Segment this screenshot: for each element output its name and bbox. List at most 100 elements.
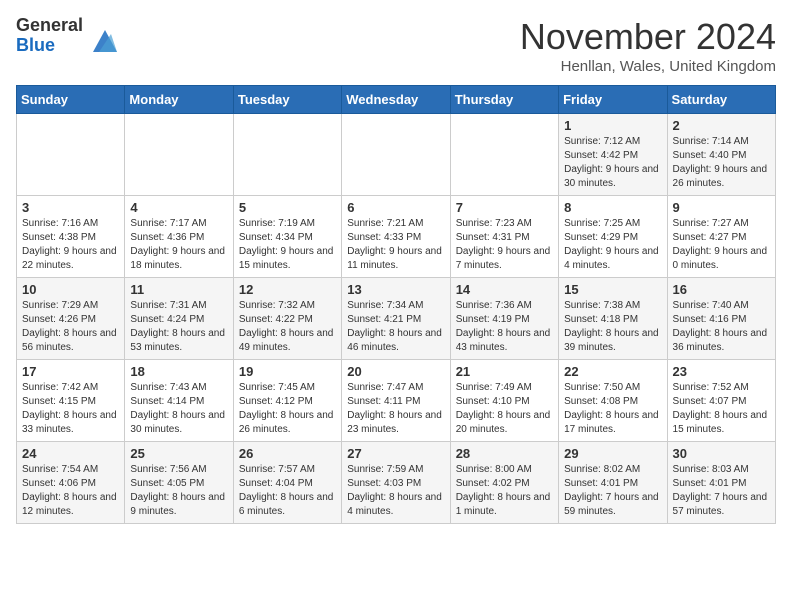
day-number: 10 xyxy=(22,282,119,297)
calendar-cell: 9 Sunrise: 7:27 AM Sunset: 4:27 PM Daylig… xyxy=(667,196,775,278)
day-info: Sunrise: 7:19 AM Sunset: 4:34 PM Dayligh… xyxy=(239,217,336,273)
title-area: November 2024 Henllan, Wales, United Kin… xyxy=(520,16,776,75)
logo-general-text: General xyxy=(16,16,83,36)
calendar-cell: 28 Sunrise: 8:00 AM Sunset: 4:02 PM Dayli… xyxy=(450,442,558,524)
calendar-cell: 6 Sunrise: 7:21 AM Sunset: 4:33 PM Daylig… xyxy=(342,196,450,278)
calendar-cell xyxy=(342,114,450,196)
calendar-week-2: 3 Sunrise: 7:16 AM Sunset: 4:38 PM Daylig… xyxy=(17,196,776,278)
day-info: Sunrise: 8:03 AM Sunset: 4:01 PM Dayligh… xyxy=(673,463,770,519)
calendar-cell xyxy=(233,114,341,196)
column-header-sunday: Sunday xyxy=(17,86,125,114)
calendar-week-4: 17 Sunrise: 7:42 AM Sunset: 4:15 PM Dayli… xyxy=(17,360,776,442)
calendar-cell: 1 Sunrise: 7:12 AM Sunset: 4:42 PM Daylig… xyxy=(559,114,667,196)
calendar-cell xyxy=(125,114,233,196)
calendar-table: SundayMondayTuesdayWednesdayThursdayFrid… xyxy=(16,85,776,524)
day-number: 6 xyxy=(347,200,444,215)
calendar-week-5: 24 Sunrise: 7:54 AM Sunset: 4:06 PM Dayli… xyxy=(17,442,776,524)
day-number: 17 xyxy=(22,364,119,379)
logo-blue-text: Blue xyxy=(16,36,83,56)
calendar-cell: 25 Sunrise: 7:56 AM Sunset: 4:05 PM Dayli… xyxy=(125,442,233,524)
day-number: 25 xyxy=(130,446,227,461)
day-number: 13 xyxy=(347,282,444,297)
day-number: 12 xyxy=(239,282,336,297)
day-number: 27 xyxy=(347,446,444,461)
calendar-cell: 8 Sunrise: 7:25 AM Sunset: 4:29 PM Daylig… xyxy=(559,196,667,278)
day-info: Sunrise: 7:21 AM Sunset: 4:33 PM Dayligh… xyxy=(347,217,444,273)
day-number: 4 xyxy=(130,200,227,215)
calendar-week-1: 1 Sunrise: 7:12 AM Sunset: 4:42 PM Daylig… xyxy=(17,114,776,196)
day-number: 11 xyxy=(130,282,227,297)
logo: General Blue xyxy=(16,16,121,56)
calendar-cell: 10 Sunrise: 7:29 AM Sunset: 4:26 PM Dayli… xyxy=(17,278,125,360)
day-info: Sunrise: 7:25 AM Sunset: 4:29 PM Dayligh… xyxy=(564,217,661,273)
calendar-cell: 19 Sunrise: 7:45 AM Sunset: 4:12 PM Dayli… xyxy=(233,360,341,442)
column-header-monday: Monday xyxy=(125,86,233,114)
day-info: Sunrise: 7:12 AM Sunset: 4:42 PM Dayligh… xyxy=(564,135,661,191)
day-number: 28 xyxy=(456,446,553,461)
day-info: Sunrise: 7:52 AM Sunset: 4:07 PM Dayligh… xyxy=(673,381,770,437)
calendar-cell: 3 Sunrise: 7:16 AM Sunset: 4:38 PM Daylig… xyxy=(17,196,125,278)
day-number: 26 xyxy=(239,446,336,461)
month-title: November 2024 xyxy=(520,16,776,58)
day-number: 1 xyxy=(564,118,661,133)
day-number: 14 xyxy=(456,282,553,297)
day-number: 24 xyxy=(22,446,119,461)
day-info: Sunrise: 7:59 AM Sunset: 4:03 PM Dayligh… xyxy=(347,463,444,519)
day-number: 2 xyxy=(673,118,770,133)
column-header-tuesday: Tuesday xyxy=(233,86,341,114)
column-header-friday: Friday xyxy=(559,86,667,114)
day-number: 3 xyxy=(22,200,119,215)
calendar-cell: 17 Sunrise: 7:42 AM Sunset: 4:15 PM Dayli… xyxy=(17,360,125,442)
calendar-cell: 13 Sunrise: 7:34 AM Sunset: 4:21 PM Dayli… xyxy=(342,278,450,360)
day-info: Sunrise: 7:50 AM Sunset: 4:08 PM Dayligh… xyxy=(564,381,661,437)
calendar-week-3: 10 Sunrise: 7:29 AM Sunset: 4:26 PM Dayli… xyxy=(17,278,776,360)
day-info: Sunrise: 7:43 AM Sunset: 4:14 PM Dayligh… xyxy=(130,381,227,437)
calendar-cell xyxy=(450,114,558,196)
calendar-cell: 29 Sunrise: 8:02 AM Sunset: 4:01 PM Dayli… xyxy=(559,442,667,524)
day-number: 7 xyxy=(456,200,553,215)
calendar-cell: 5 Sunrise: 7:19 AM Sunset: 4:34 PM Daylig… xyxy=(233,196,341,278)
day-number: 23 xyxy=(673,364,770,379)
day-info: Sunrise: 8:00 AM Sunset: 4:02 PM Dayligh… xyxy=(456,463,553,519)
day-info: Sunrise: 7:49 AM Sunset: 4:10 PM Dayligh… xyxy=(456,381,553,437)
column-header-wednesday: Wednesday xyxy=(342,86,450,114)
page-header: General Blue November 2024 Henllan, Wale… xyxy=(16,16,776,75)
calendar-cell: 2Sunrise: 7:14 AM Sunset: 4:40 PM Daylig… xyxy=(667,114,775,196)
day-info: Sunrise: 7:27 AM Sunset: 4:27 PM Dayligh… xyxy=(673,217,770,273)
day-info: Sunrise: 7:23 AM Sunset: 4:31 PM Dayligh… xyxy=(456,217,553,273)
calendar-header-row: SundayMondayTuesdayWednesdayThursdayFrid… xyxy=(17,86,776,114)
calendar-cell: 30Sunrise: 8:03 AM Sunset: 4:01 PM Dayli… xyxy=(667,442,775,524)
day-info: Sunrise: 8:02 AM Sunset: 4:01 PM Dayligh… xyxy=(564,463,661,519)
day-info: Sunrise: 7:54 AM Sunset: 4:06 PM Dayligh… xyxy=(22,463,119,519)
day-info: Sunrise: 7:42 AM Sunset: 4:15 PM Dayligh… xyxy=(22,381,119,437)
day-info: Sunrise: 7:34 AM Sunset: 4:21 PM Dayligh… xyxy=(347,299,444,355)
day-number: 8 xyxy=(564,200,661,215)
calendar-cell: 11 Sunrise: 7:31 AM Sunset: 4:24 PM Dayli… xyxy=(125,278,233,360)
day-number: 5 xyxy=(239,200,336,215)
day-info: Sunrise: 7:47 AM Sunset: 4:11 PM Dayligh… xyxy=(347,381,444,437)
day-info: Sunrise: 7:29 AM Sunset: 4:26 PM Dayligh… xyxy=(22,299,119,355)
calendar-cell: 26 Sunrise: 7:57 AM Sunset: 4:04 PM Dayli… xyxy=(233,442,341,524)
calendar-cell: 21Sunrise: 7:49 AM Sunset: 4:10 PM Dayli… xyxy=(450,360,558,442)
calendar-cell: 27 Sunrise: 7:59 AM Sunset: 4:03 PM Dayli… xyxy=(342,442,450,524)
column-header-saturday: Saturday xyxy=(667,86,775,114)
day-info: Sunrise: 7:31 AM Sunset: 4:24 PM Dayligh… xyxy=(130,299,227,355)
location-text: Henllan, Wales, United Kingdom xyxy=(520,58,776,75)
day-number: 29 xyxy=(564,446,661,461)
day-info: Sunrise: 7:57 AM Sunset: 4:04 PM Dayligh… xyxy=(239,463,336,519)
calendar-cell: 16Sunrise: 7:40 AM Sunset: 4:16 PM Dayli… xyxy=(667,278,775,360)
day-number: 9 xyxy=(673,200,770,215)
day-info: Sunrise: 7:40 AM Sunset: 4:16 PM Dayligh… xyxy=(673,299,770,355)
day-info: Sunrise: 7:17 AM Sunset: 4:36 PM Dayligh… xyxy=(130,217,227,273)
calendar-cell: 22Sunrise: 7:50 AM Sunset: 4:08 PM Dayli… xyxy=(559,360,667,442)
day-info: Sunrise: 7:56 AM Sunset: 4:05 PM Dayligh… xyxy=(130,463,227,519)
day-number: 18 xyxy=(130,364,227,379)
calendar-cell: 4 Sunrise: 7:17 AM Sunset: 4:36 PM Daylig… xyxy=(125,196,233,278)
calendar-cell: 7 Sunrise: 7:23 AM Sunset: 4:31 PM Daylig… xyxy=(450,196,558,278)
day-number: 19 xyxy=(239,364,336,379)
day-number: 20 xyxy=(347,364,444,379)
day-info: Sunrise: 7:45 AM Sunset: 4:12 PM Dayligh… xyxy=(239,381,336,437)
day-info: Sunrise: 7:16 AM Sunset: 4:38 PM Dayligh… xyxy=(22,217,119,273)
calendar-cell: 15Sunrise: 7:38 AM Sunset: 4:18 PM Dayli… xyxy=(559,278,667,360)
calendar-cell: 24 Sunrise: 7:54 AM Sunset: 4:06 PM Dayli… xyxy=(17,442,125,524)
